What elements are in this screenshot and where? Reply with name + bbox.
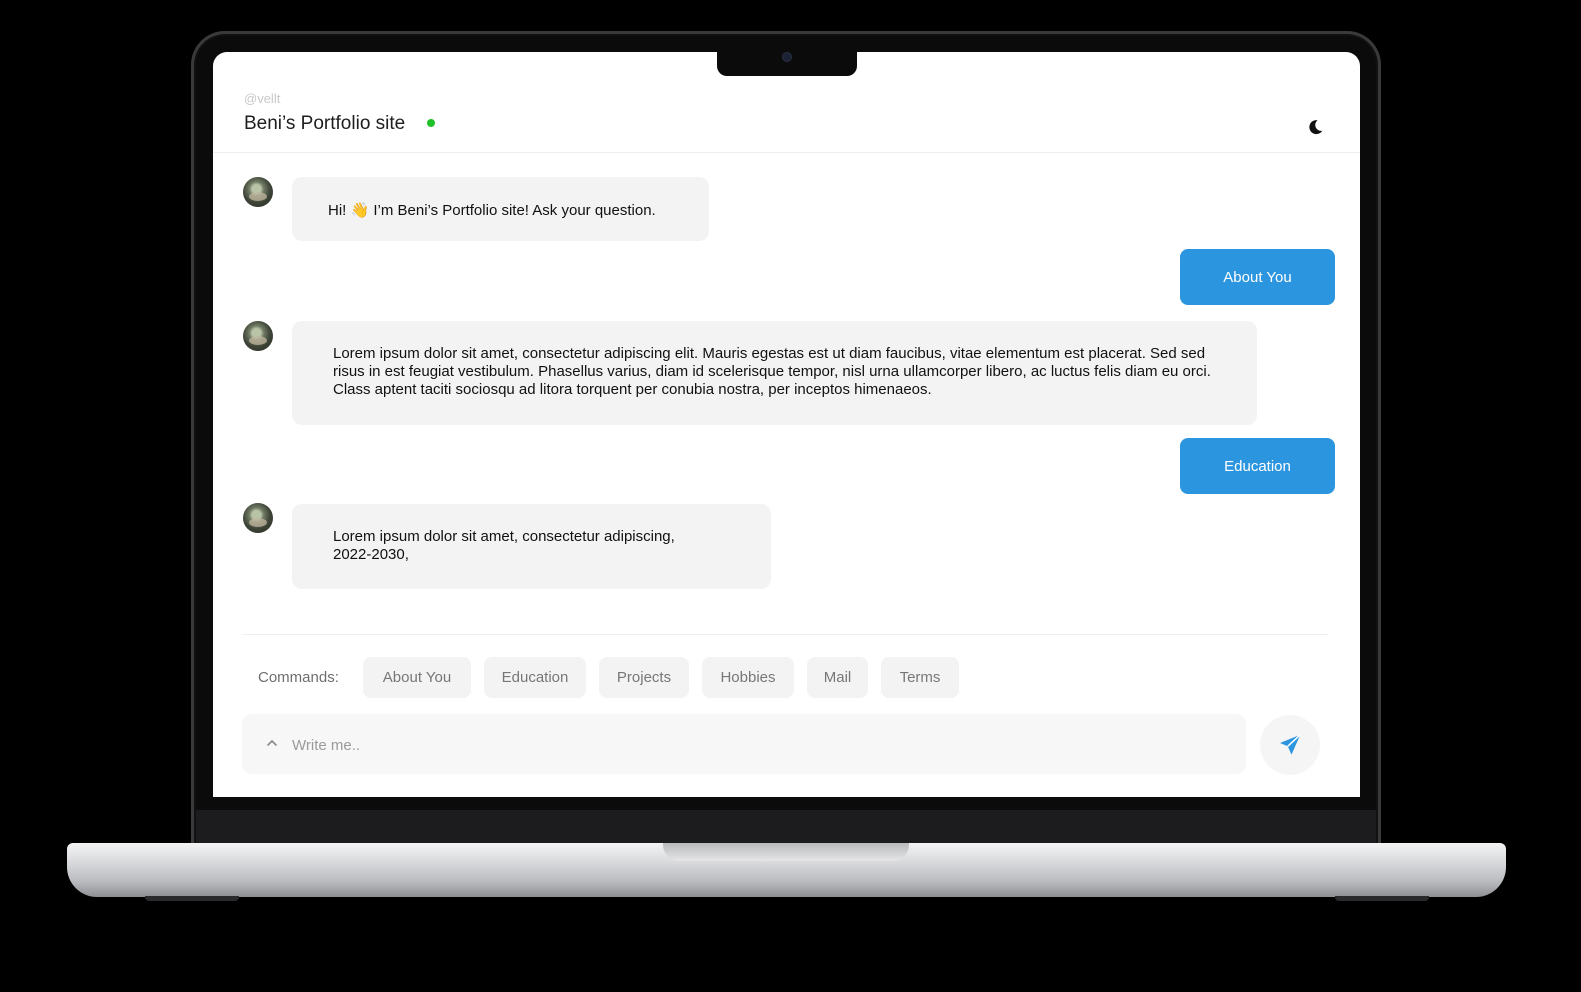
theme-toggle-button[interactable] — [1304, 116, 1326, 138]
bot-avatar — [243, 177, 273, 207]
online-status-dot — [427, 119, 435, 127]
command-chip-terms[interactable]: Terms — [881, 657, 959, 698]
laptop-foot-right — [1335, 896, 1429, 901]
bot-avatar — [243, 321, 273, 351]
command-chip-about-you[interactable]: About You — [363, 657, 471, 698]
message-composer — [242, 714, 1246, 776]
bot-message: Hi! 👋 I’m Beni’s Portfolio site! Ask you… — [292, 177, 709, 241]
user-handle: @vellt — [244, 91, 281, 106]
page-title: Beni’s Portfolio site — [244, 113, 406, 134]
command-chip-projects[interactable]: Projects — [599, 657, 689, 698]
command-chip-mail[interactable]: Mail — [807, 657, 868, 698]
user-message: About You — [1180, 249, 1335, 305]
laptop-chin — [196, 810, 1376, 846]
laptop-base-notch — [663, 843, 909, 861]
commands-label: Commands: — [258, 669, 339, 686]
send-button[interactable] — [1260, 715, 1320, 775]
header-divider — [213, 152, 1360, 153]
command-chip-education[interactable]: Education — [484, 657, 586, 698]
camera-notch — [717, 52, 857, 76]
screen: @vellt Beni’s Portfolio site Hi! 👋 I’m B… — [213, 52, 1360, 797]
command-chip-hobbies[interactable]: Hobbies — [702, 657, 794, 698]
camera-icon — [783, 53, 791, 61]
bot-avatar — [243, 503, 273, 533]
moon-icon — [1309, 120, 1323, 135]
composer-divider — [242, 634, 1328, 635]
bot-message: Lorem ipsum dolor sit amet, consectetur … — [292, 504, 771, 589]
laptop-foot-left — [145, 896, 239, 901]
message-input[interactable] — [290, 714, 1224, 776]
bot-message: Lorem ipsum dolor sit amet, consectetur … — [292, 321, 1257, 425]
user-message: Education — [1180, 438, 1335, 494]
send-plane-icon — [1280, 734, 1301, 755]
chevron-up-icon[interactable] — [266, 738, 278, 748]
